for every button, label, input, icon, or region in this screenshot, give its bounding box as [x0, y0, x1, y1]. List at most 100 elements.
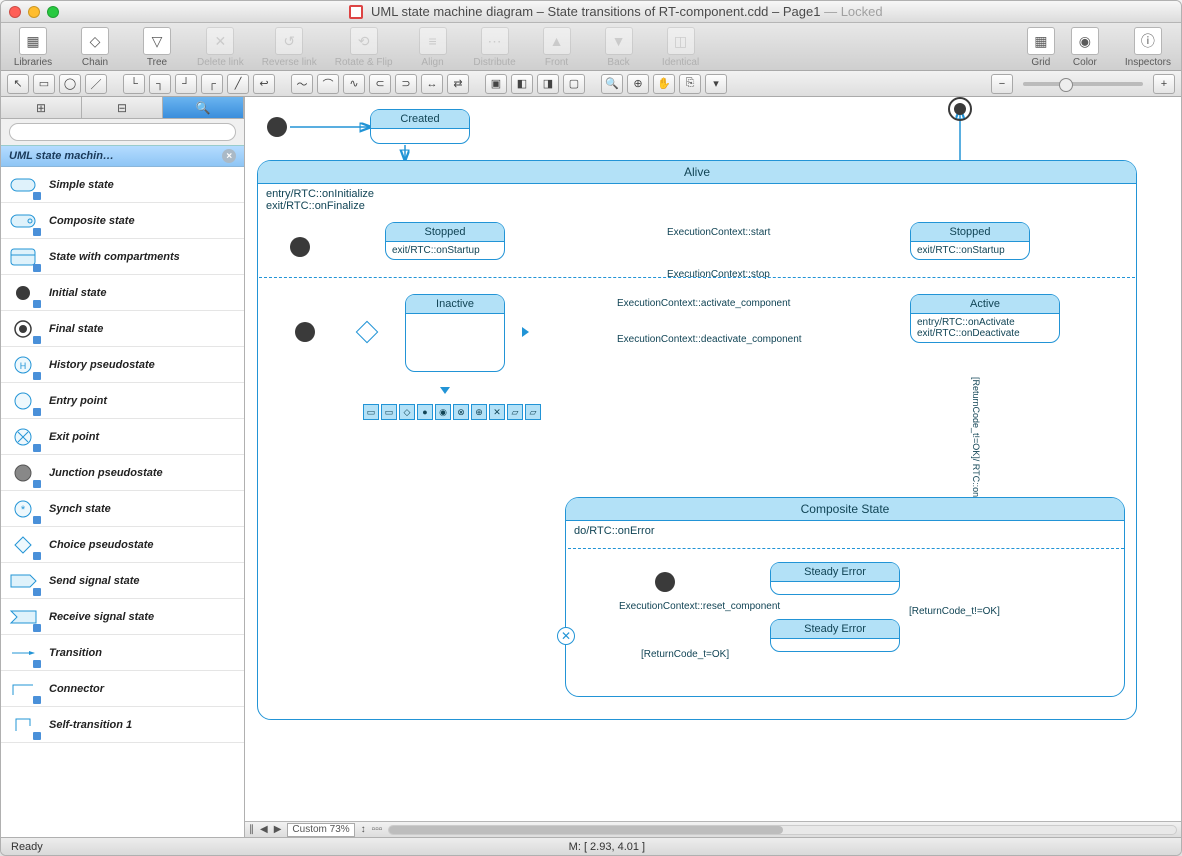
shape-choice-pseudostate[interactable]: Choice pseudostate: [1, 527, 244, 563]
shape-entry-point[interactable]: Entry point: [1, 383, 244, 419]
exit-point[interactable]: ✕: [557, 627, 575, 645]
path-tool-6[interactable]: ↔: [421, 74, 443, 94]
state-stopped-2-label: Stopped: [911, 223, 1029, 242]
path-tool-5[interactable]: ⊃: [395, 74, 417, 94]
shape-history-pseudostate[interactable]: HHistory pseudostate: [1, 347, 244, 383]
shape-send-signal-state[interactable]: Send signal state: [1, 563, 244, 599]
shape-synch-state[interactable]: *Synch state: [1, 491, 244, 527]
state-stopped-1-body: exit/RTC::onStartup: [386, 242, 504, 259]
shape-state-with-compartments[interactable]: State with compartments: [1, 239, 244, 275]
shape-final-state[interactable]: Final state: [1, 311, 244, 347]
selection-handle-right[interactable]: [522, 327, 529, 337]
line-tool[interactable]: ／: [85, 74, 107, 94]
connector-tool-2[interactable]: ┐: [149, 74, 171, 94]
state-steady-error-2[interactable]: Steady Error: [770, 619, 900, 652]
sidebar-search-input[interactable]: [9, 123, 236, 141]
window-title: UML state machine diagram – State transi…: [371, 4, 820, 19]
minimize-window-button[interactable]: [28, 6, 40, 18]
secondary-toolbar: ↖ ▭ ◯ ／ └ ┐ ┘ ┌ ╱ ↩ 〜 ⌒ ∿ ⊂ ⊃ ↔ ⇄ ▣ ◧ ◨ …: [1, 71, 1181, 97]
selection-handle-bottom[interactable]: [440, 387, 450, 394]
path-tool-3[interactable]: ∿: [343, 74, 365, 94]
zoom-display[interactable]: Custom 73%: [287, 823, 354, 837]
shape-initial-state[interactable]: Initial state: [1, 275, 244, 311]
library-close-button[interactable]: ×: [222, 149, 236, 163]
pointer-tool[interactable]: ↖: [7, 74, 29, 94]
state-stopped-2[interactable]: Stopped exit/RTC::onStartup: [910, 222, 1030, 260]
state-composite-body: do/RTC::onError: [566, 521, 1124, 541]
group-tool-1[interactable]: ▣: [485, 74, 507, 94]
connector-tool-1[interactable]: └: [123, 74, 145, 94]
state-inactive[interactable]: Inactive: [405, 294, 505, 372]
shape-palette-popup[interactable]: ▭▭◇●◉⊗⊕✕▱▱: [363, 404, 541, 420]
view-mode-1[interactable]: ▫▫▫: [372, 824, 383, 835]
zoom-slider[interactable]: [1023, 82, 1143, 86]
zoom-window-button[interactable]: [47, 6, 59, 18]
transition-rc-nok-label: [ReturnCode_t!=OK]: [907, 606, 1002, 617]
state-alive-label: Alive: [258, 161, 1136, 184]
shape-exit-point[interactable]: Exit point: [1, 419, 244, 455]
state-active[interactable]: Active entry/RTC::onActivate exit/RTC::o…: [910, 294, 1060, 343]
hand-tool[interactable]: ✋: [653, 74, 675, 94]
transition-reset-label: ExecutionContext::reset_component: [617, 601, 782, 612]
sidebar-tab-search[interactable]: 🔍: [163, 97, 244, 118]
toolbar-align: ≡Align: [411, 27, 455, 68]
page-nav-next[interactable]: ▶: [274, 824, 282, 835]
state-stopped-1-label: Stopped: [386, 223, 504, 242]
initial-state-composite[interactable]: [655, 572, 675, 592]
shape-connector[interactable]: Connector: [1, 671, 244, 707]
state-created[interactable]: Created: [370, 109, 470, 144]
shape-composite-state[interactable]: Composite state: [1, 203, 244, 239]
statusbar: Ready M: [ 2.93, 4.01 ]: [1, 837, 1181, 855]
sidebar-tab-grid[interactable]: ⊟: [82, 97, 163, 118]
state-composite[interactable]: Composite State do/RTC::onError: [565, 497, 1125, 697]
page-nav-first[interactable]: ∥: [249, 824, 254, 835]
shape-junction-pseudostate[interactable]: Junction pseudostate: [1, 455, 244, 491]
state-active-label: Active: [911, 295, 1059, 314]
initial-state-top[interactable]: [267, 117, 287, 137]
ellipse-tool[interactable]: ◯: [59, 74, 81, 94]
state-composite-label: Composite State: [566, 498, 1124, 521]
svg-text:H: H: [20, 361, 27, 371]
connector-tool-5[interactable]: ╱: [227, 74, 249, 94]
toolbar-color[interactable]: ◉Color: [1063, 27, 1107, 68]
path-tool-7[interactable]: ⇄: [447, 74, 469, 94]
connector-tool-4[interactable]: ┌: [201, 74, 223, 94]
toolbar-tree[interactable]: ▽Tree: [135, 27, 179, 68]
zoom-out-button[interactable]: −: [991, 74, 1013, 94]
connector-tool-6[interactable]: ↩: [253, 74, 275, 94]
zoom-tool[interactable]: 🔍: [601, 74, 623, 94]
magnify-tool[interactable]: ⊕: [627, 74, 649, 94]
sidebar-tab-libraries[interactable]: ⊞: [1, 97, 82, 118]
path-tool-1[interactable]: 〜: [291, 74, 313, 94]
final-state-top[interactable]: [948, 97, 972, 121]
toolbar-chain[interactable]: ◇Chain: [73, 27, 117, 68]
close-window-button[interactable]: [9, 6, 21, 18]
shape-simple-state[interactable]: Simple state: [1, 167, 244, 203]
zoom-in-button[interactable]: +: [1153, 74, 1175, 94]
copy-tool[interactable]: ⎘: [679, 74, 701, 94]
mouse-coordinates: M: [ 2.93, 4.01 ]: [43, 841, 1171, 853]
shape-self-transition-1[interactable]: Self-transition 1: [1, 707, 244, 743]
shape-receive-signal-state[interactable]: Receive signal state: [1, 599, 244, 635]
path-tool-4[interactable]: ⊂: [369, 74, 391, 94]
initial-state-alive-1[interactable]: [290, 237, 310, 257]
state-stopped-1[interactable]: Stopped exit/RTC::onStartup: [385, 222, 505, 260]
rect-tool[interactable]: ▭: [33, 74, 55, 94]
path-tool-2[interactable]: ⌒: [317, 74, 339, 94]
toolbar-libraries[interactable]: ▦Libraries: [11, 27, 55, 68]
toolbar-grid[interactable]: ▦Grid: [1019, 27, 1063, 68]
group-tool-3[interactable]: ◨: [537, 74, 559, 94]
shape-transition[interactable]: Transition: [1, 635, 244, 671]
toolbar-inspectors[interactable]: ⓘInspectors: [1125, 27, 1171, 68]
page-nav-prev[interactable]: ◀: [260, 824, 268, 835]
connector-tool-3[interactable]: ┘: [175, 74, 197, 94]
dropdown-tool[interactable]: ▾: [705, 74, 727, 94]
initial-state-alive-2[interactable]: [295, 322, 315, 342]
horizontal-scrollbar[interactable]: [388, 825, 1177, 835]
group-tool-4[interactable]: ▢: [563, 74, 585, 94]
library-header[interactable]: UML state machin… ×: [1, 145, 244, 167]
canvas[interactable]: Created Alive entry/RTC::onInitialize ex…: [245, 97, 1181, 821]
state-active-exit: exit/RTC::onDeactivate: [917, 328, 1053, 339]
state-steady-error-1[interactable]: Steady Error: [770, 562, 900, 595]
group-tool-2[interactable]: ◧: [511, 74, 533, 94]
